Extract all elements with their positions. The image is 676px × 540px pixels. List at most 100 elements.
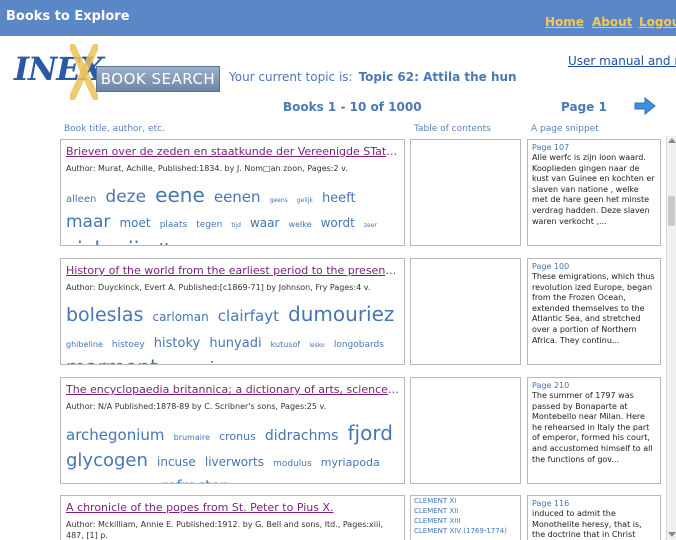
scroll-down-arrow-icon[interactable] [668, 532, 676, 537]
scroll-thumb[interactable] [668, 196, 675, 226]
cloud-term[interactable]: dumouriez [288, 302, 394, 326]
nav-home-link[interactable]: Home [545, 15, 584, 29]
topic-value: Topic 62: Attila the hun [358, 70, 517, 84]
next-page-arrow-icon[interactable] [634, 97, 656, 115]
snippet-box: Page 116 induced to admit the Monothelit… [527, 495, 661, 540]
cloud-term[interactable]: ghibeline [66, 340, 103, 349]
cloud-term[interactable]: wordt [321, 216, 355, 230]
cloud-term[interactable]: moet [119, 216, 150, 230]
cloud-term[interactable]: tegen [196, 220, 222, 230]
cloud-term[interactable]: cronus [219, 430, 256, 443]
cloud-term[interactable]: longobards [334, 340, 384, 350]
snippet-page[interactable]: Page 107 [532, 142, 656, 153]
cloud-term[interactable]: zeer [364, 222, 377, 229]
cloud-term[interactable]: hunyadi [209, 336, 261, 351]
result-card: History of the world from the earliest p… [60, 258, 405, 365]
book-meta: Author: N/A Published:1878-89 by C. Scri… [66, 402, 327, 411]
book-title-link[interactable]: History of the world from the earliest p… [66, 264, 399, 277]
column-header-title: Book title, author, etc. [64, 124, 165, 134]
cloud-term[interactable]: liverworts [205, 455, 264, 469]
cloud-term[interactable]: modulus [273, 459, 312, 469]
cloud-term[interactable]: incuse [157, 455, 196, 469]
toc-entry[interactable]: CLEMENT XIII [411, 516, 520, 526]
cloud-term[interactable]: maar [66, 212, 110, 232]
cloud-term[interactable]: eenen [214, 188, 261, 206]
cloud-term[interactable]: zijn [149, 240, 182, 245]
snippet-text: Alle werfc is zijn loon waard. Koopliede… [532, 153, 655, 226]
cloud-term[interactable]: glycogen [66, 450, 148, 471]
snippet-text: These emigrations, which thus revolution… [532, 272, 655, 345]
cloud-term[interactable]: waar [250, 216, 279, 230]
snippet-page[interactable]: Page 116 [532, 498, 656, 509]
toc-box [410, 258, 521, 365]
page-indicator: Page 1 [561, 100, 607, 114]
toc-box [410, 139, 521, 246]
cloud-term[interactable]: gelijk [297, 197, 313, 204]
cloud-term[interactable]: deze [105, 187, 146, 207]
cloud-term[interactable]: qat [136, 483, 152, 484]
topic-label: Your current topic is: [229, 70, 353, 84]
cloud-term[interactable]: kutusof [271, 340, 301, 349]
cloud-term[interactable]: histoky [154, 336, 200, 351]
cloud-term[interactable]: tijd [231, 222, 241, 229]
cloud-term[interactable]: refractor [161, 477, 226, 483]
cloud-term[interactable]: marmont [66, 355, 158, 364]
cloud-term[interactable]: welke [289, 220, 312, 229]
cloud-term[interactable]: boleslas [66, 304, 143, 326]
cloud-term[interactable]: zijne [190, 245, 223, 246]
toc-box: CLEMENT XI CLEMENT XII CLEMENT XIII CLEMENT… [410, 495, 521, 540]
cloud-term[interactable]: archegonium [66, 426, 165, 444]
book-meta: Author: Duyckinck, Evert A. Published:[c… [66, 283, 371, 292]
book-title-link[interactable]: The encyclopaedia britannica; a dictiona… [66, 383, 399, 396]
toc-entry[interactable]: CLEMENT XI [411, 496, 520, 506]
toc-entry[interactable]: CLEMENT XII [411, 506, 520, 516]
snippet-page[interactable]: Page 210 [532, 380, 656, 391]
cloud-term[interactable]: alleen [66, 194, 96, 205]
cloud-term[interactable]: lesko [309, 342, 324, 349]
column-header-snippet: A page snippet [531, 124, 599, 134]
toc-entry[interactable]: CLEMENT XIV (1769-1774) [411, 526, 520, 536]
vertical-scrollbar[interactable] [666, 136, 676, 540]
result-card: A chronicle of the popes from St. Peter … [60, 495, 405, 540]
cloud-term[interactable]: heeft [322, 191, 356, 206]
cloud-term[interactable]: piacenza [199, 359, 275, 364]
cloud-term[interactable]: fjord [348, 421, 393, 445]
scroll-up-arrow-icon[interactable] [668, 138, 676, 143]
cloud-term[interactable]: carloman [152, 310, 208, 324]
results-range: Books 1 - 10 of 1000 [283, 100, 422, 114]
app-title: Books to Explore [6, 9, 130, 24]
result-card: Brieven over de zeden en staatkunde der … [60, 139, 405, 246]
logo-book-search-bar: BOOK SEARCH [96, 66, 220, 92]
nav-about-link[interactable]: About [592, 15, 632, 29]
cloud-term[interactable]: brumaire [174, 433, 210, 442]
word-cloud: archegonium brumaire cronus didrachms fj… [66, 419, 399, 484]
cloud-term[interactable]: eene [155, 183, 205, 207]
snippet-page[interactable]: Page 100 [532, 261, 656, 272]
cloud-term[interactable]: zij [117, 238, 140, 245]
book-meta: Author: Murat, Achille, Published:1834. … [66, 164, 348, 173]
result-card: The encyclopaedia britannica; a dictiona… [60, 377, 405, 484]
snippet-text: The summer of 1797 was passed by Bonapar… [532, 391, 653, 464]
snippet-text: induced to admit the Monothelite heresy,… [532, 509, 642, 540]
cloud-term[interactable]: geens [270, 197, 288, 204]
inex-book-search-logo: INEX BOOK SEARCH [14, 44, 220, 104]
logo-x-mark-icon [70, 44, 98, 100]
column-header-toc: Table of contents [414, 124, 491, 134]
cloud-term[interactable]: clairfayt [218, 307, 279, 325]
book-title-link[interactable]: Brieven over de zeden en staatkunde der … [66, 145, 399, 158]
snippet-box: Page 100 These emigrations, which thus r… [527, 258, 661, 365]
cloud-term[interactable]: plaats [160, 220, 187, 230]
cloud-term[interactable]: zich [66, 238, 108, 245]
cloud-term[interactable]: myriapoda [321, 456, 380, 469]
nav-logout-link[interactable]: Logout [639, 15, 676, 29]
book-title-link[interactable]: A chronicle of the popes from St. Peter … [66, 501, 399, 514]
toc-box [410, 377, 521, 484]
book-meta: Author: Mckilliam, Annie E. Published:19… [66, 520, 383, 540]
current-topic: Your current topic is: Topic 62: Attila t… [229, 70, 517, 84]
user-manual-link[interactable]: User manual and rules [568, 54, 676, 68]
word-cloud: boleslas carloman clairfayt dumouriez gh… [66, 300, 399, 364]
cloud-term[interactable]: didrachms [265, 428, 339, 444]
cloud-term[interactable]: histoey [112, 340, 145, 350]
snippet-box: Page 210 The summer of 1797 was passed b… [527, 377, 661, 484]
cloud-term[interactable]: suwarof [319, 363, 370, 364]
